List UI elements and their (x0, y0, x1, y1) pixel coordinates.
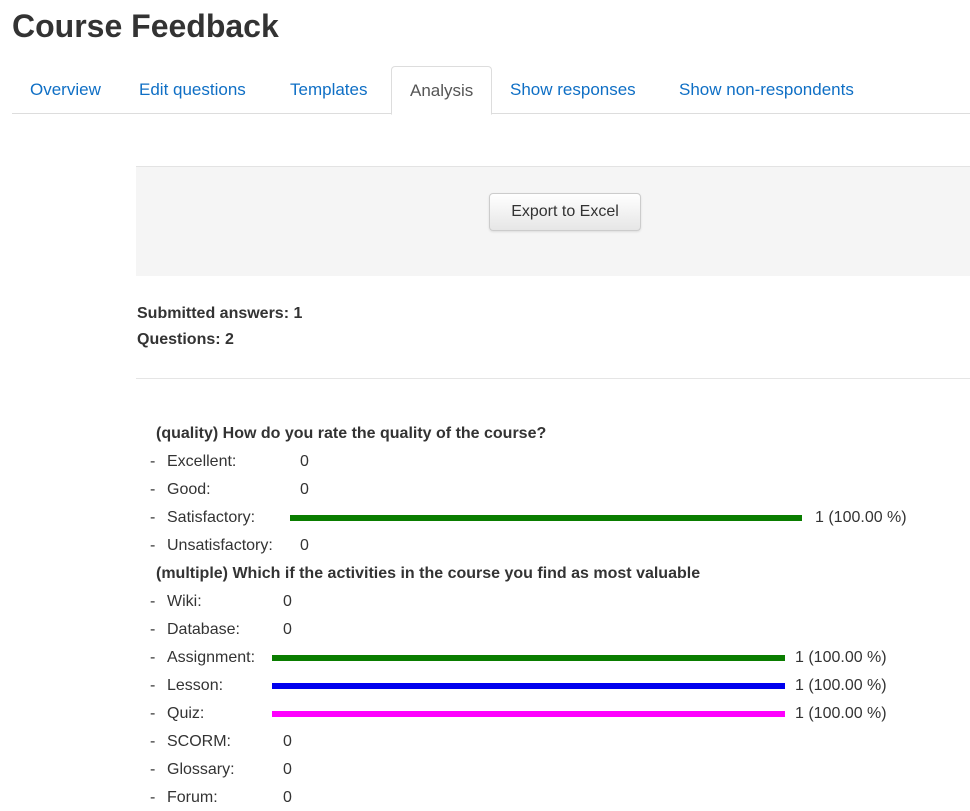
answer-dash: - (150, 705, 156, 722)
divider (136, 378, 970, 379)
answer-result: 0 (300, 453, 309, 470)
tab-show-responses[interactable]: Show responses (492, 66, 654, 114)
tab-edit-questions[interactable]: Edit questions (121, 66, 264, 114)
answer-label: Unsatisfactory: (167, 537, 273, 554)
submitted-answers-count: Submitted answers: 1 (137, 305, 303, 322)
answer-dash: - (150, 733, 156, 750)
answer-row: - Assignment: 1 (100.00 %) (150, 649, 950, 671)
answer-row: - Glossary: 0 (150, 761, 950, 783)
answer-result: 0 (283, 593, 292, 610)
answer-result: 1 (100.00 %) (815, 509, 907, 526)
answer-row: - Wiki: 0 (150, 593, 950, 615)
answer-row: - Lesson: 1 (100.00 %) (150, 677, 950, 699)
answer-row: - Good: 0 (150, 481, 950, 503)
answer-result: 0 (283, 621, 292, 638)
answer-row: - Quiz: 1 (100.00 %) (150, 705, 950, 727)
answer-dash: - (150, 453, 156, 470)
questions-count: Questions: 2 (137, 331, 234, 348)
answer-label: Database: (167, 621, 240, 638)
answer-label: Wiki: (167, 593, 202, 610)
answer-bar (272, 711, 785, 717)
answer-dash: - (150, 761, 156, 778)
answer-bar (272, 683, 785, 689)
answer-label: Glossary: (167, 761, 235, 778)
answer-label: Lesson: (167, 677, 224, 694)
answer-result: 0 (283, 761, 292, 778)
page-title: Course Feedback (12, 8, 279, 44)
answer-dash: - (150, 621, 156, 638)
answer-dash: - (150, 509, 156, 526)
answer-label: Excellent: (167, 453, 237, 470)
export-panel: Export to Excel (136, 166, 970, 276)
answer-result: 0 (300, 481, 309, 498)
answer-row: - Forum: 0 (150, 789, 950, 811)
answer-row: - SCORM: 0 (150, 733, 950, 755)
answer-result: 1 (100.00 %) (795, 705, 887, 722)
answer-dash: - (150, 481, 156, 498)
tab-analysis[interactable]: Analysis (391, 66, 493, 115)
answer-result: 1 (100.00 %) (795, 677, 887, 694)
answer-row: - Database: 0 (150, 621, 950, 643)
answer-result: 1 (100.00 %) (795, 649, 887, 666)
answer-result: 0 (283, 733, 292, 750)
answer-dash: - (150, 677, 156, 694)
question-title: (multiple) Which if the activities in th… (156, 565, 701, 582)
answer-label: Assignment: (167, 649, 256, 666)
answer-label: Forum: (167, 789, 218, 806)
answer-label: Good: (167, 481, 211, 498)
answer-result: 0 (300, 537, 309, 554)
answer-bar (272, 655, 785, 661)
answer-dash: - (150, 537, 156, 554)
answer-label: Quiz: (167, 705, 205, 722)
answer-row: - Excellent: 0 (150, 453, 950, 475)
tab-overview[interactable]: Overview (12, 66, 119, 114)
answer-row: - Unsatisfactory: 0 (150, 537, 950, 559)
answer-bar (290, 515, 802, 521)
answer-row: - Satisfactory: 1 (100.00 %) (150, 509, 950, 531)
answer-label: SCORM: (167, 733, 231, 750)
answer-result: 0 (283, 789, 292, 806)
tab-templates[interactable]: Templates (272, 66, 385, 114)
tab-show-non-respondents[interactable]: Show non-respondents (661, 66, 872, 114)
tab-bar: Overview Edit questions Templates Analys… (12, 66, 970, 115)
answer-dash: - (150, 649, 156, 666)
answer-dash: - (150, 789, 156, 806)
answer-dash: - (150, 593, 156, 610)
export-to-excel-button[interactable]: Export to Excel (489, 193, 641, 231)
question-title: (quality) How do you rate the quality of… (156, 425, 547, 442)
answer-label: Satisfactory: (167, 509, 256, 526)
